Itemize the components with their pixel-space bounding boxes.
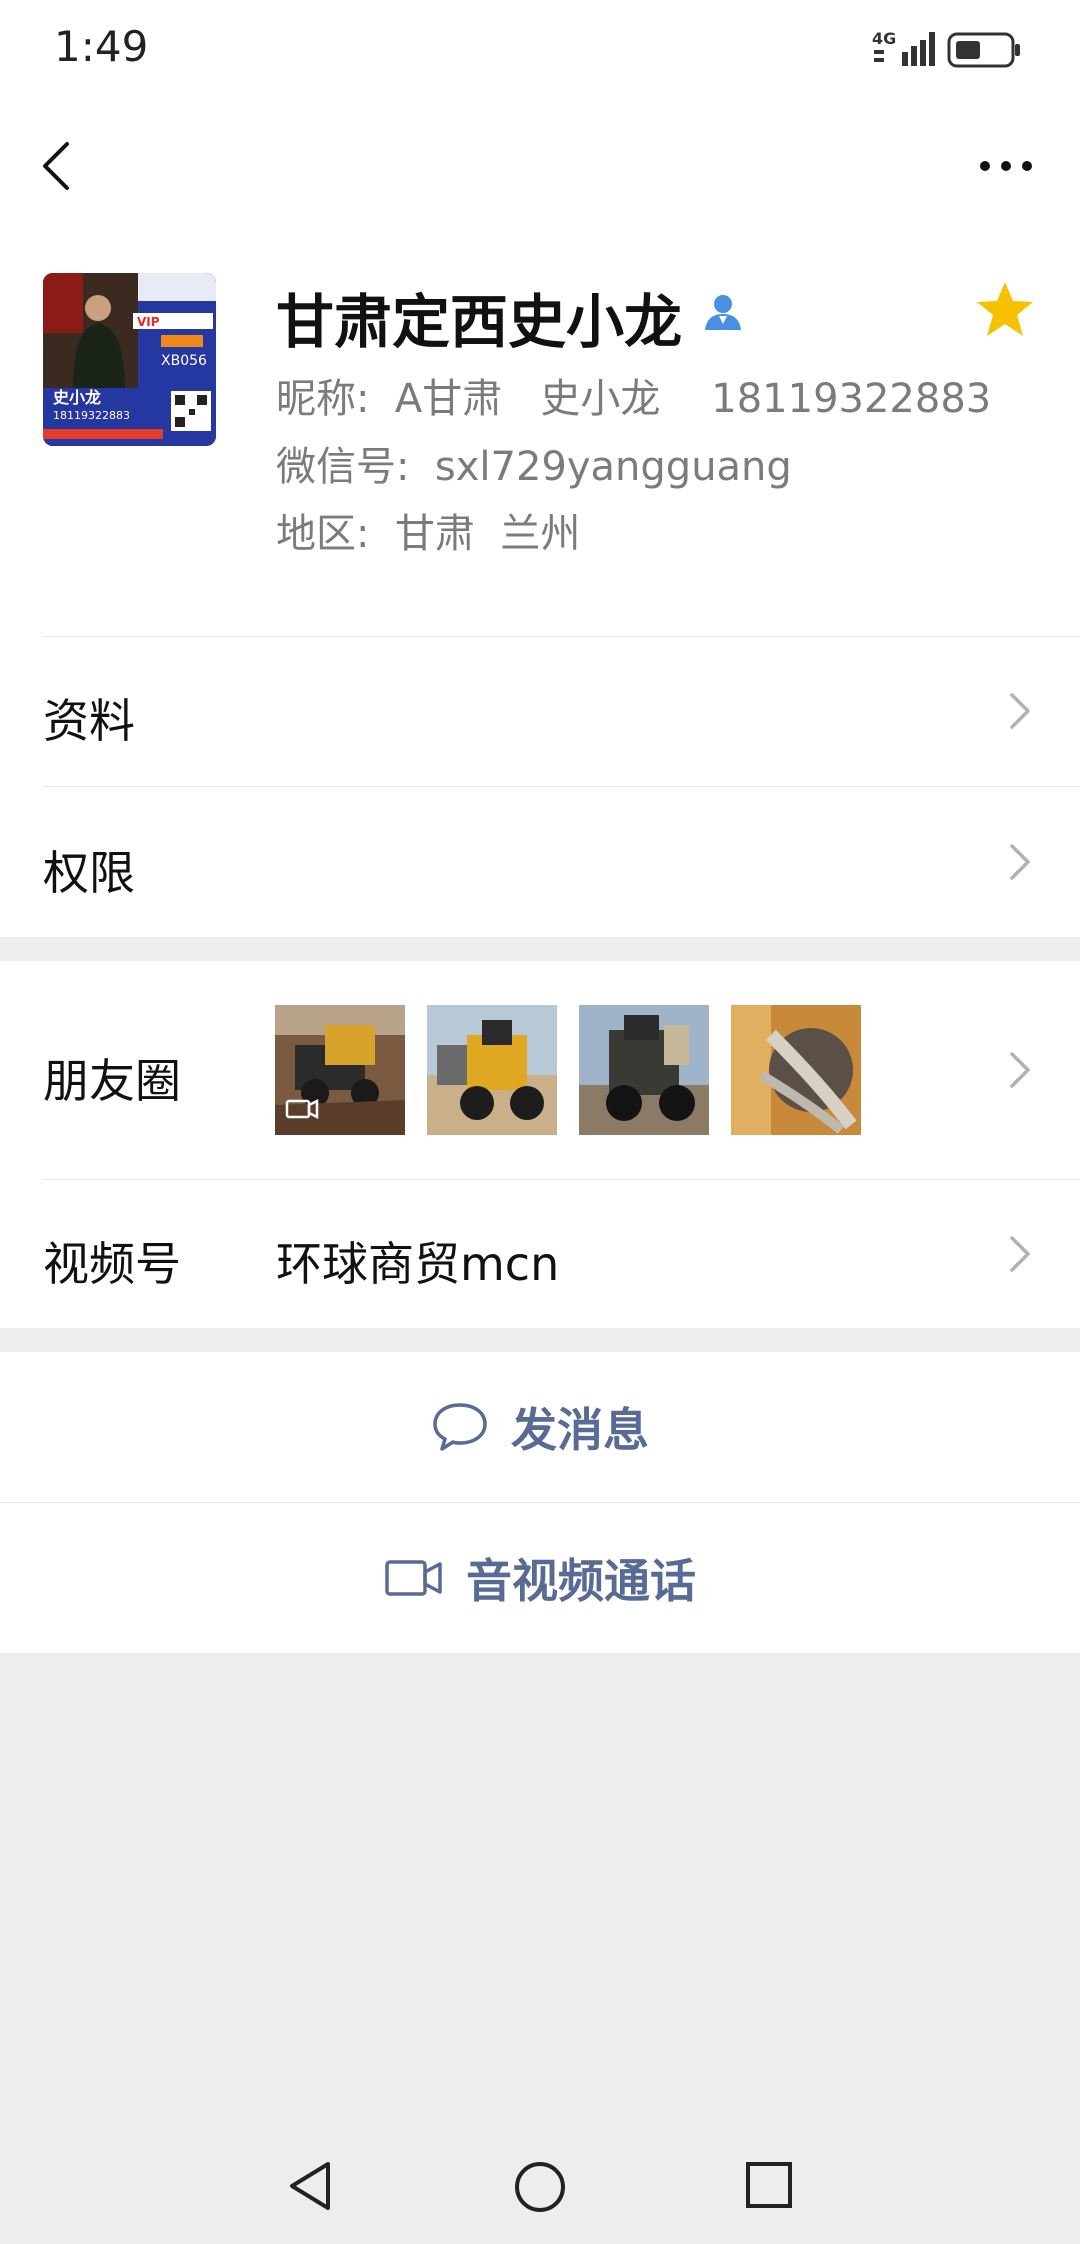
moment-image [427, 1005, 557, 1135]
more-dots-icon [980, 161, 1032, 171]
row-channels-value: 环球商贸mcn [276, 1237, 560, 1291]
back-button[interactable] [26, 130, 86, 202]
row-profile-info[interactable]: 资料 [0, 637, 1080, 786]
avatar-card-name: 史小龙 [53, 388, 101, 407]
back-arrow-icon [43, 142, 69, 190]
row-profile-info-label: 资料 [43, 694, 135, 748]
moment-thumbnail [731, 1005, 861, 1135]
section-gap [0, 1328, 1080, 1352]
chevron-right-icon [1010, 1052, 1030, 1088]
moment-image [579, 1005, 709, 1135]
row-permissions-label: 权限 [43, 846, 135, 900]
section-gap [0, 937, 1080, 961]
person-verified-icon [705, 295, 741, 330]
moment-thumbnail [579, 1005, 709, 1135]
moment-thumbnail [275, 1005, 405, 1135]
avatar-card-phone: 18119322883 [53, 409, 130, 422]
cellular-signal-icon: 4G [872, 29, 935, 66]
avatar-card-tag: VIP [137, 315, 160, 329]
chevron-right-icon [1010, 844, 1030, 880]
nav-back-icon[interactable] [282, 2158, 338, 2214]
row-channels-label: 视频号 [43, 1237, 181, 1291]
nav-home-icon[interactable] [512, 2159, 568, 2215]
avatar-image: VIP XB056 史小龙 18119322883 [43, 273, 216, 446]
profile-avatar[interactable]: VIP XB056 史小龙 18119322883 [43, 273, 216, 446]
send-message-label: 发消息 [511, 1403, 649, 1457]
row-moments-label: 朋友圈 [43, 1054, 181, 1108]
video-camera-icon [385, 1560, 442, 1596]
region-line: 地区: 甘肃 兰州 [276, 511, 581, 557]
chevron-right-icon [1010, 693, 1030, 729]
chevron-right-icon [1010, 1236, 1030, 1272]
row-channels[interactable]: 视频号 环球商贸mcn [0, 1180, 1080, 1328]
send-message-button[interactable]: 发消息 [0, 1352, 1080, 1502]
moment-video-image [275, 1005, 405, 1135]
nav-recents-icon[interactable] [744, 2160, 794, 2210]
star-icon[interactable] [974, 279, 1036, 341]
network-type-label: 4G [872, 29, 896, 48]
nickname-line: 昵称: A甘肃 史小龙 18119322883 [276, 376, 992, 422]
chat-bubble-icon [433, 1403, 487, 1451]
status-time: 1:49 [54, 22, 149, 71]
voice-video-call-button[interactable]: 音视频通话 [0, 1503, 1080, 1653]
contact-name: 甘肃定西史小龙 [276, 288, 683, 356]
moment-image [731, 1005, 861, 1135]
voice-video-call-label: 音视频通话 [466, 1554, 696, 1608]
moment-thumbnail [427, 1005, 557, 1135]
row-permissions[interactable]: 权限 [0, 787, 1080, 937]
avatar-card-code: XB056 [161, 353, 207, 369]
battery-icon [947, 32, 1020, 68]
more-options-button[interactable] [966, 140, 1046, 192]
wechat-id-line: 微信号: sxl729yangguang [276, 444, 792, 490]
